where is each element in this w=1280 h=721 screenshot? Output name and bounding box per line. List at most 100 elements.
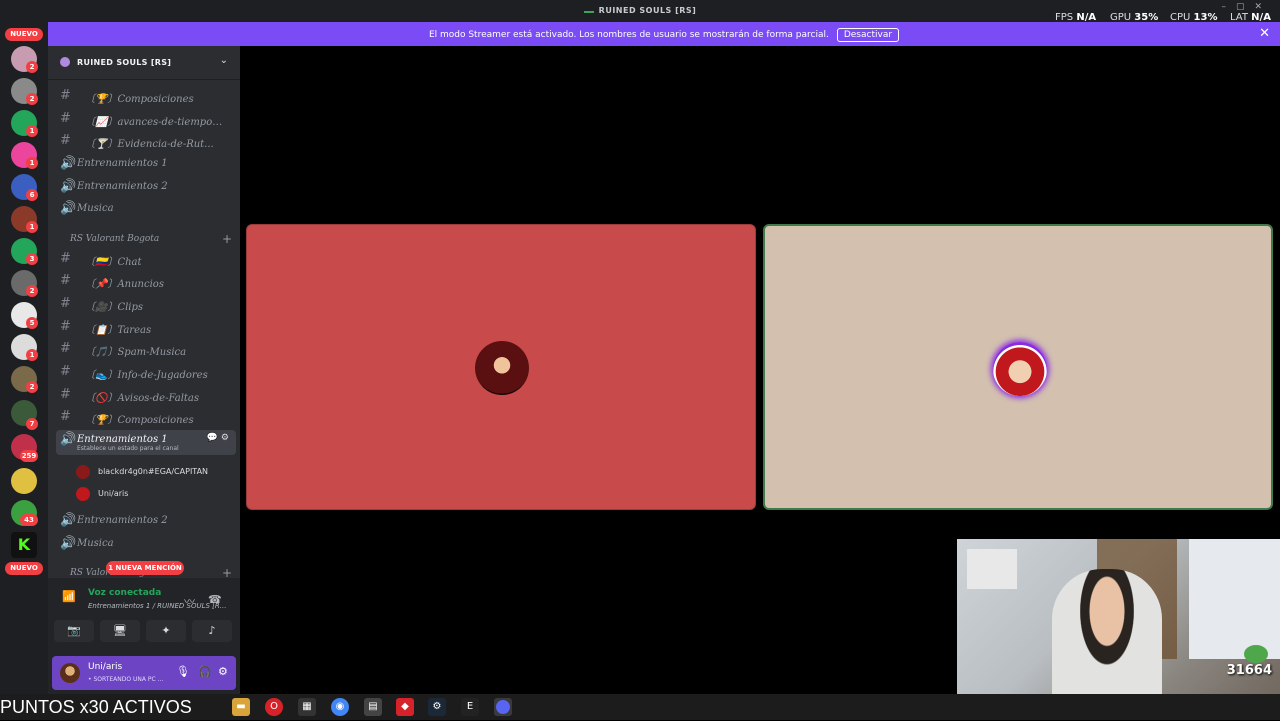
disconnect-icon[interactable]: ☎ — [208, 593, 222, 606]
emote-icon — [1244, 645, 1268, 663]
category-header[interactable]: RS Valorant Bogota + — [60, 232, 232, 247]
chrome-icon[interactable]: ◉ — [331, 698, 349, 716]
avatar — [76, 465, 90, 479]
channel-sidebar: RUINED SOULS [RS] ⌄ # 〔🏆〕Composiciones # 〔… — [48, 46, 240, 694]
hash-icon: # — [60, 251, 71, 266]
speaker-icon: 🔊 — [60, 201, 77, 216]
window-controls[interactable]: –▢✕ — [1221, 2, 1272, 12]
stream-overlay-label: PUNTOS x30 ACTIVOS — [0, 697, 192, 717]
app-icon[interactable]: ▦ — [298, 698, 316, 716]
activities-button[interactable]: ✦ — [146, 620, 186, 642]
new-mention-pill[interactable]: 1 NUEVA MENCIÓN — [106, 561, 184, 575]
streamer-mode-banner: El modo Streamer está activado. Los nomb… — [48, 22, 1280, 46]
taskbar: PUNTOS x30 ACTIVOS ▬ O ▦ ◉ ▤ ◆ ⚙ E — [0, 694, 1280, 720]
text-channel[interactable]: # 〔📌〕Anuncios — [56, 271, 236, 291]
active-voice-channel[interactable]: 🔊 Entrenamientos 1 Establece un estado p… — [56, 430, 236, 455]
hash-icon: # — [60, 341, 71, 356]
text-channel[interactable]: # 〔🎥〕Clips — [56, 294, 236, 314]
unread-badge: 1 — [26, 125, 38, 137]
text-channel[interactable]: # 〔👟〕Info-de-Jugadores — [56, 362, 236, 382]
noise-suppression-icon[interactable]: 〰 — [184, 593, 195, 609]
user-panel[interactable]: Uni/aris • SORTEANDO UNA PC ... 🎙 🎧 ⚙ — [52, 656, 236, 690]
chevron-down-icon: ⌄ — [219, 55, 228, 66]
unread-badge: 2 — [26, 93, 38, 105]
room-window — [1189, 539, 1280, 659]
participant-tile[interactable] — [246, 224, 756, 510]
text-channel[interactable]: # 〔🚫〕Avisos-de-Faltas — [56, 385, 236, 405]
app-icon[interactable]: ▤ — [364, 698, 382, 716]
hash-icon: # — [60, 133, 71, 148]
text-channel[interactable]: # 〔📋〕Tareas — [56, 317, 236, 337]
signal-icon[interactable]: 📶 — [62, 590, 76, 603]
voice-connection-panel: 📶 Voz conectada Entrenamientos 1 / RUINE… — [48, 578, 240, 694]
voice-status-subtitle[interactable]: Entrenamientos 1 / RUINED SOULS [R... — [88, 602, 226, 610]
hash-icon: # — [60, 273, 71, 288]
unread-badge: 2 — [26, 285, 38, 297]
close-icon[interactable]: ✕ — [1259, 26, 1270, 41]
unread-badge: 6 — [26, 189, 38, 201]
epic-games-icon[interactable]: E — [461, 698, 479, 716]
voice-channel[interactable]: 🔊 Entrenamientos 2 — [56, 177, 236, 197]
unread-badge: 1 — [26, 349, 38, 361]
unread-badge: 1 — [26, 157, 38, 169]
microphone-icon[interactable]: 🎙 — [176, 665, 190, 678]
text-channel[interactable]: # 〔🎵〕Spam-Musica — [56, 339, 236, 359]
discord-icon[interactable] — [494, 698, 512, 716]
voice-channel[interactable]: 🔊 Musica — [56, 534, 236, 554]
title-bar: RUINED SOULS [RS] FPS N/A GPU 35% CPU 13… — [0, 0, 1280, 23]
unread-badge: 1 — [26, 221, 38, 233]
hash-icon: # — [60, 364, 71, 379]
server-name: RUINED SOULS [RS] — [77, 58, 172, 67]
voice-channel[interactable]: 🔊 Entrenamientos 1 — [56, 154, 236, 174]
voice-channel[interactable]: 🔊 Musica — [56, 199, 236, 219]
kick-server-icon[interactable]: K — [11, 532, 37, 558]
screen-share-button[interactable]: 🖥 — [100, 620, 140, 642]
new-pill[interactable]: NUEVO — [5, 28, 43, 41]
avatar[interactable] — [60, 663, 80, 683]
lamp — [967, 549, 1017, 589]
follower-count: 31664 — [1226, 663, 1272, 678]
speaker-icon — [583, 5, 594, 13]
server-header[interactable]: RUINED SOULS [RS] ⌄ — [48, 46, 240, 80]
avatar — [76, 487, 90, 501]
file-explorer-icon[interactable]: ▬ — [232, 698, 250, 716]
voice-user[interactable]: blackdr4g0n#EGA/CAPITAN — [76, 462, 226, 482]
voice-user[interactable]: Uni/aris — [76, 484, 226, 504]
headphones-icon[interactable]: 🎧 — [198, 665, 212, 678]
text-channel[interactable]: # 〔🇨🇴〕Chat — [56, 249, 236, 269]
channel-status[interactable]: Establece un estado para el canal — [77, 445, 179, 452]
voice-status-title[interactable]: Voz conectada — [88, 588, 161, 598]
hash-icon: # — [60, 319, 71, 334]
add-channel-icon[interactable]: + — [222, 232, 232, 246]
voice-channel[interactable]: 🔊 Entrenamientos 2 — [56, 511, 236, 531]
unread-badge: 5 — [26, 317, 38, 329]
server-icon[interactable] — [11, 468, 37, 494]
text-channel[interactable]: # 〔🏆〕Composiciones — [56, 86, 236, 106]
text-channel[interactable]: # 〔📈〕avances-de-tiempo-d... — [56, 109, 236, 129]
text-channel[interactable]: # 〔🏆〕Composiciones — [56, 407, 236, 427]
riot-client-icon[interactable]: ◆ — [396, 698, 414, 716]
deactivate-button[interactable]: Desactivar — [836, 28, 900, 42]
unread-badge: 3 — [26, 253, 38, 265]
camera-off-button[interactable]: 📷 — [54, 620, 94, 642]
avatar — [993, 342, 1047, 396]
gear-icon[interactable]: ⚙ — [218, 665, 228, 678]
username: Uni/aris — [88, 662, 123, 672]
speaker-icon: 🔊 — [60, 536, 77, 551]
soundboard-button[interactable]: ♪ — [192, 620, 232, 642]
custom-status: • SORTEANDO UNA PC ... — [88, 676, 164, 683]
text-channel[interactable]: # 〔🍸〕Evidencia-de-Rut... — [56, 131, 236, 151]
hash-icon: # — [60, 111, 71, 126]
channel-actions[interactable]: 💬⚙ — [207, 433, 232, 443]
unread-badge: 7 — [26, 418, 38, 430]
steam-icon[interactable]: ⚙ — [428, 698, 446, 716]
server-list: NUEVO 2 2 1 1 6 1 3 2 5 1 2 7 259 43 K N… — [0, 22, 48, 694]
hash-icon: # — [60, 387, 71, 402]
server-icon — [60, 57, 70, 67]
new-pill[interactable]: NUEVO — [5, 562, 43, 575]
banner-message: El modo Streamer está activado. Los nomb… — [428, 30, 829, 40]
opera-icon[interactable]: O — [265, 698, 283, 716]
participant-tile-speaking[interactable] — [763, 224, 1273, 510]
unread-badge: 2 — [26, 61, 38, 73]
avatar — [475, 341, 529, 395]
